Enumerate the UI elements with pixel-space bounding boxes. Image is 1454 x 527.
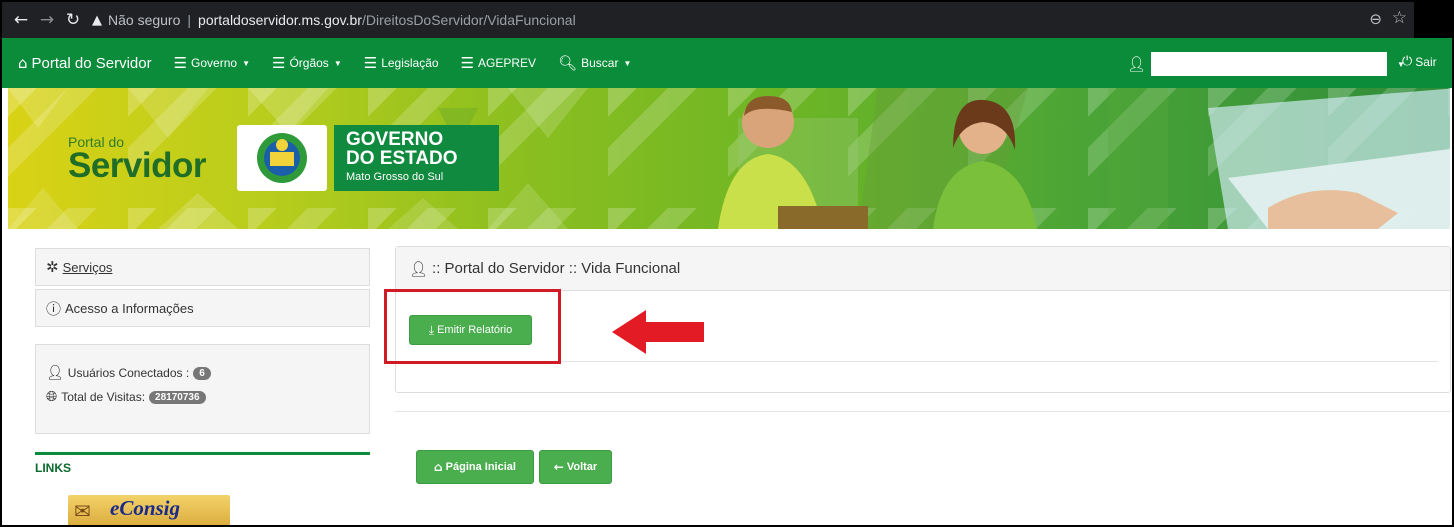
highlight-annotation-box <box>384 289 561 364</box>
home-icon: ⌂ <box>434 460 443 474</box>
info-circle-icon: ⓘ <box>46 299 62 318</box>
reload-icon[interactable]: ↻ <box>60 10 86 30</box>
username-redacted <box>1151 52 1388 76</box>
panel-heading: 👤︎ :: Portal do Servidor :: Vida Funcion… <box>396 247 1450 291</box>
nav-item-label: Governo <box>191 56 238 70</box>
home-button-label: Página Inicial <box>445 461 516 473</box>
bookmark-star-icon[interactable]: ☆ <box>1392 8 1407 28</box>
menu-lines-icon: ☰ <box>272 54 286 72</box>
gear-icon: ✲ <box>46 258 59 276</box>
sidebar-item-label: Acesso a Informações <box>65 300 194 316</box>
nav-brand-label: Portal do Servidor <box>31 54 152 72</box>
header-banner: Portal do Servidor GOVERNO DO ESTADO Mat… <box>8 88 1450 229</box>
links-heading: LINKS <box>35 461 71 475</box>
menu-lines-icon: ☰ <box>363 54 378 72</box>
sidebar-item-label: Serviços <box>62 259 113 275</box>
econsig-label: eConsig <box>110 496 181 520</box>
logo-text-large: Servidor <box>68 146 207 185</box>
links-divider <box>35 452 370 455</box>
gov-logo-line3: Mato Grosso do Sul <box>346 171 444 183</box>
stat-total-visits: 🌐︎ Total de Visitas: 28170736 <box>46 387 369 407</box>
nav-item-label: AGEPREV <box>478 56 537 70</box>
user-icon: 👤︎ <box>409 259 429 278</box>
menu-lines-icon: ☰ <box>173 54 188 72</box>
state-seal-icon <box>237 125 327 191</box>
address-bar[interactable]: ▲ Não seguro | portaldoservidor.ms.gov.b… <box>92 6 576 34</box>
back-button-label: Voltar <box>566 461 598 473</box>
connected-count-badge: 6 <box>193 366 211 380</box>
red-arrow-annotation-icon <box>612 310 704 354</box>
nav-item-label: Buscar <box>581 56 619 70</box>
logout-link[interactable]: ⏻ Sair <box>1402 54 1437 69</box>
user-menu[interactable]: 👤︎ ▼ <box>1127 52 1405 76</box>
arrow-left-icon: ← <box>553 460 564 474</box>
power-icon: ⏻ <box>1402 54 1413 69</box>
user-icon: 👤︎ <box>46 365 64 381</box>
government-logo: GOVERNO DO ESTADO Mato Grosso do Sul <box>334 125 499 191</box>
caret-down-icon: ▼ <box>623 58 632 68</box>
top-navbar: ⌂ Portal do Servidor ☰ Governo ▼ ☰ Órgão… <box>2 38 1452 88</box>
not-secure-label: Não seguro <box>108 12 181 28</box>
warning-icon: ▲ <box>92 12 102 28</box>
nav-item-ageprev[interactable]: ☰ AGEPREV <box>461 54 536 72</box>
stat-connected-users: 👤︎ Usuários Conectados : 6 <box>46 363 369 383</box>
home-page-button[interactable]: ⌂ Página Inicial <box>416 450 534 484</box>
logout-label: Sair <box>1415 54 1437 69</box>
banner-people-image <box>718 88 1450 229</box>
zoom-icon[interactable]: ⊖ <box>1369 10 1382 28</box>
nav-item-label: Legislação <box>381 56 439 70</box>
url-separator: | <box>187 12 192 28</box>
stats-panel: 👤︎ Usuários Conectados : 6 🌐︎ Total de V… <box>35 344 370 434</box>
econsig-emblem-icon: ✉ <box>74 499 91 523</box>
caret-down-icon: ▼ <box>333 58 342 68</box>
url-domain: portaldoservidor.ms.gov.br <box>198 12 362 28</box>
sidebar-item-services[interactable]: ✲ Serviços <box>35 248 370 286</box>
nav-item-governo[interactable]: ☰ Governo ▼ <box>174 54 250 72</box>
back-button[interactable]: ← Voltar <box>539 450 612 484</box>
user-icon: 👤︎ <box>1127 55 1147 73</box>
search-icon: 🔍︎ <box>558 54 578 72</box>
forward-arrow-icon[interactable]: → <box>34 10 60 30</box>
back-arrow-icon[interactable]: ← <box>8 10 34 30</box>
browser-toolbar: ← → ↻ ▲ Não seguro | portaldoservidor.ms… <box>2 2 1452 38</box>
sidebar-item-access-info[interactable]: ⓘ Acesso a Informações <box>35 289 370 327</box>
nav-item-legislacao[interactable]: ☰ Legislação <box>364 54 439 72</box>
content-divider <box>395 411 1451 412</box>
url-path: /DireitosDoServidor/VidaFuncional <box>361 12 576 28</box>
stat-label: Total de Visitas: <box>61 390 146 404</box>
menu-lines-icon: ☰ <box>460 54 475 72</box>
gov-logo-line1: GOVERNO <box>346 129 444 150</box>
stat-label: Usuários Conectados : <box>67 366 190 380</box>
window-controls <box>1414 2 1452 38</box>
nav-brand-link[interactable]: ⌂ Portal do Servidor <box>18 54 152 72</box>
caret-down-icon: ▼ <box>242 58 250 68</box>
globe-icon: 🌐︎ <box>46 389 58 405</box>
home-icon: ⌂ <box>18 54 28 72</box>
nav-item-buscar[interactable]: 🔍︎ Buscar ▼ <box>558 54 631 72</box>
screenshot-frame: ← → ↻ ▲ Não seguro | portaldoservidor.ms… <box>0 0 1454 527</box>
nav-item-label: Órgãos <box>289 56 329 70</box>
visits-count-badge: 28170736 <box>149 390 206 404</box>
gov-logo-line2: DO ESTADO <box>346 148 458 169</box>
econsig-logo-link[interactable]: ✉ eConsig <box>68 495 230 525</box>
nav-item-orgaos[interactable]: ☰ Órgãos ▼ <box>272 54 342 72</box>
panel-title: :: Portal do Servidor :: Vida Funcional <box>432 260 681 277</box>
panel-divider <box>408 361 1438 362</box>
